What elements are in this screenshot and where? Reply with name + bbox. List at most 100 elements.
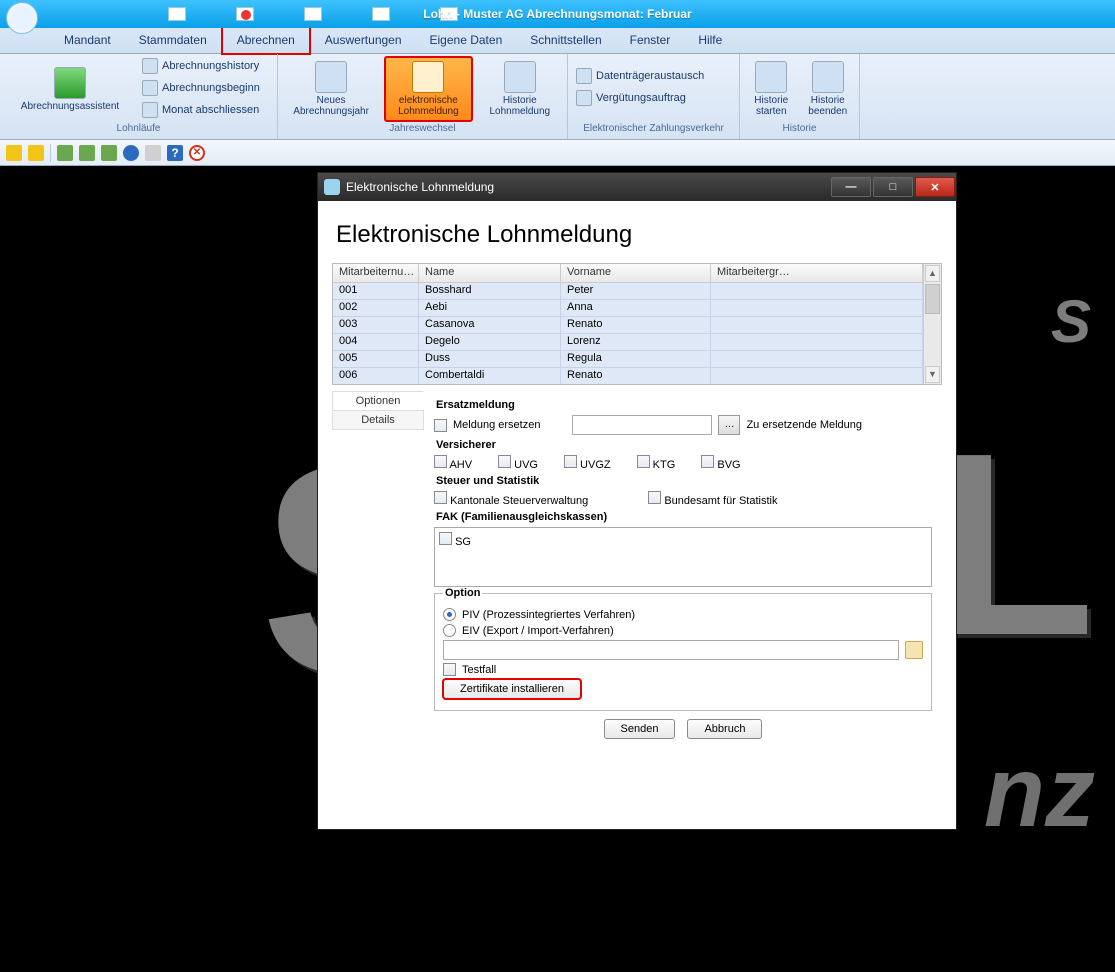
tb-icon-2[interactable] bbox=[28, 145, 44, 161]
qa-icon-3[interactable] bbox=[304, 7, 322, 21]
tab-optionen[interactable]: Optionen bbox=[332, 391, 424, 411]
menu-mandant[interactable]: Mandant bbox=[50, 28, 125, 53]
input-path[interactable] bbox=[443, 640, 899, 660]
cell-gruppe bbox=[711, 368, 923, 384]
col-vorname[interactable]: Vorname bbox=[561, 264, 711, 283]
scroll-up-icon[interactable]: ▲ bbox=[925, 265, 940, 282]
scroll-down-icon[interactable]: ▼ bbox=[925, 366, 940, 383]
btn-senden[interactable]: Senden bbox=[604, 719, 676, 739]
app-title: Lohn - Muster AG Abrechnungsmonat: Febru… bbox=[423, 7, 691, 21]
btn-browse-ersatz[interactable]: … bbox=[718, 415, 740, 435]
table-row[interactable]: 006CombertaldiRenato bbox=[333, 368, 923, 384]
cell-vorname: Renato bbox=[561, 317, 711, 333]
chk-kantonale-steuer[interactable] bbox=[434, 491, 447, 504]
input-ersatz-id[interactable] bbox=[572, 415, 712, 435]
wand-icon bbox=[54, 67, 86, 99]
ribbon-group-historie: Historie starten Historie beenden Histor… bbox=[740, 54, 860, 139]
window-minimize-button[interactable]: — bbox=[831, 177, 871, 197]
col-name[interactable]: Name bbox=[419, 264, 561, 283]
table-body: 001BosshardPeter002AebiAnna003CasanovaRe… bbox=[333, 283, 923, 384]
ribbon-group-label: Jahreswechsel bbox=[284, 123, 561, 137]
calendar-icon bbox=[315, 61, 347, 93]
dialog-icon bbox=[324, 179, 340, 195]
window-close-button[interactable]: ✕ bbox=[915, 177, 955, 197]
tb-icon-globe[interactable] bbox=[123, 145, 139, 161]
rbtn-abrechnungshistory[interactable]: Abrechnungshistory bbox=[140, 56, 262, 76]
table-row[interactable]: 001BosshardPeter bbox=[333, 283, 923, 300]
chk-bfs[interactable] bbox=[648, 491, 661, 504]
tb-icon-1[interactable] bbox=[6, 145, 22, 161]
rbtn-historie-starten[interactable]: Historie starten bbox=[746, 56, 797, 122]
rbtn-historie-lohnmeldung[interactable]: Historie Lohnmeldung bbox=[479, 56, 561, 122]
radio-eiv[interactable] bbox=[443, 624, 456, 637]
tb-icon-stop[interactable]: ✕ bbox=[189, 145, 205, 161]
ribbon-group-zahlungsverkehr: Datenträgeraustausch Vergütungsauftrag E… bbox=[568, 54, 740, 139]
qa-icon-4[interactable] bbox=[372, 7, 390, 21]
radio-piv[interactable] bbox=[443, 608, 456, 621]
btn-abbruch[interactable]: Abbruch bbox=[687, 719, 762, 739]
menubar: Mandant Stammdaten Abrechnen Auswertunge… bbox=[0, 28, 1115, 54]
toolbar: ? ✕ bbox=[0, 140, 1115, 166]
table-row[interactable]: 003CasanovaRenato bbox=[333, 317, 923, 334]
menu-stammdaten[interactable]: Stammdaten bbox=[125, 28, 221, 53]
rbtn-elektronische-lohnmeldung[interactable]: elektronische Lohnmeldung bbox=[384, 56, 472, 122]
tb-icon-tag[interactable] bbox=[101, 145, 117, 161]
menu-schnittstellen[interactable]: Schnittstellen bbox=[516, 28, 615, 53]
section-option: Option PIV (Prozessintegriertes Verfahre… bbox=[434, 587, 932, 711]
chk-fak-sg[interactable] bbox=[439, 532, 452, 545]
disk-icon bbox=[576, 68, 592, 84]
dialog-elektronische-lohnmeldung: Elektronische Lohnmeldung — □ ✕ Elektron… bbox=[317, 172, 957, 830]
menu-hilfe[interactable]: Hilfe bbox=[684, 28, 736, 53]
open-folder-icon[interactable] bbox=[905, 641, 923, 659]
btn-zertifikate-installieren[interactable]: Zertifikate installieren bbox=[443, 679, 581, 699]
menu-eigene-daten[interactable]: Eigene Daten bbox=[416, 28, 517, 53]
tb-icon-key[interactable] bbox=[79, 145, 95, 161]
history-icon bbox=[142, 58, 158, 74]
payment-icon bbox=[576, 90, 592, 106]
chk-testfall[interactable] bbox=[443, 663, 456, 676]
qa-icon-1[interactable] bbox=[168, 7, 186, 21]
cell-name: Combertaldi bbox=[419, 368, 561, 384]
col-mitarbeiternr[interactable]: Mitarbeiternu… bbox=[333, 264, 419, 283]
qa-icon-2[interactable] bbox=[236, 7, 254, 21]
chk-uvg[interactable] bbox=[498, 455, 511, 468]
swissdec-mail-icon bbox=[412, 61, 444, 93]
rbtn-abrechnungsassistent[interactable]: Abrechnungsassistent bbox=[6, 56, 134, 122]
menu-auswertungen[interactable]: Auswertungen bbox=[311, 28, 416, 53]
rbtn-datentraegeraustausch[interactable]: Datenträgeraustausch bbox=[574, 66, 706, 86]
table-row[interactable]: 002AebiAnna bbox=[333, 300, 923, 317]
chk-ahv[interactable] bbox=[434, 455, 447, 468]
side-tabs: Optionen Details bbox=[332, 391, 424, 815]
rbtn-historie-beenden[interactable]: Historie beenden bbox=[803, 56, 854, 122]
app-titlebar: Lohn - Muster AG Abrechnungsmonat: Febru… bbox=[0, 0, 1115, 28]
dialog-titlebar[interactable]: Elektronische Lohnmeldung — □ ✕ bbox=[318, 173, 956, 201]
scroll-thumb[interactable] bbox=[925, 284, 940, 314]
ribbon-group-jahreswechsel: Neues Abrechnungsjahr elektronische Lohn… bbox=[278, 54, 568, 139]
rbtn-verguetungsauftrag[interactable]: Vergütungsauftrag bbox=[574, 88, 706, 108]
app-orb-icon[interactable] bbox=[6, 2, 38, 34]
rbtn-neues-abrechnungsjahr[interactable]: Neues Abrechnungsjahr bbox=[284, 56, 378, 122]
table-scrollbar[interactable]: ▲ ▼ bbox=[923, 264, 941, 384]
tab-details[interactable]: Details bbox=[332, 410, 424, 430]
tb-icon-user[interactable] bbox=[57, 145, 73, 161]
tb-icon-disabled bbox=[145, 145, 161, 161]
table-row[interactable]: 004DegeloLorenz bbox=[333, 334, 923, 351]
cell-vorname: Regula bbox=[561, 351, 711, 367]
table-row[interactable]: 005DussRegula bbox=[333, 351, 923, 368]
chk-meldung-ersetzen[interactable] bbox=[434, 419, 447, 432]
chk-uvgz[interactable] bbox=[564, 455, 577, 468]
tb-icon-help[interactable]: ? bbox=[167, 145, 183, 161]
stop-history-icon bbox=[812, 61, 844, 93]
chk-bvg[interactable] bbox=[701, 455, 714, 468]
chk-ktg[interactable] bbox=[637, 455, 650, 468]
rbtn-abrechnungsbeginn[interactable]: Abrechnungsbeginn bbox=[140, 78, 262, 98]
rbtn-monat-abschliessen[interactable]: Monat abschliessen bbox=[140, 100, 262, 120]
menu-fenster[interactable]: Fenster bbox=[616, 28, 685, 53]
menu-abrechnen[interactable]: Abrechnen bbox=[221, 26, 311, 55]
window-maximize-button[interactable]: □ bbox=[873, 177, 913, 197]
col-mitarbeitergr[interactable]: Mitarbeitergr… bbox=[711, 264, 923, 283]
cell-name: Duss bbox=[419, 351, 561, 367]
dialog-title: Elektronische Lohnmeldung bbox=[346, 180, 494, 194]
fak-listbox[interactable]: SG bbox=[434, 527, 932, 587]
cell-vorname: Anna bbox=[561, 300, 711, 316]
